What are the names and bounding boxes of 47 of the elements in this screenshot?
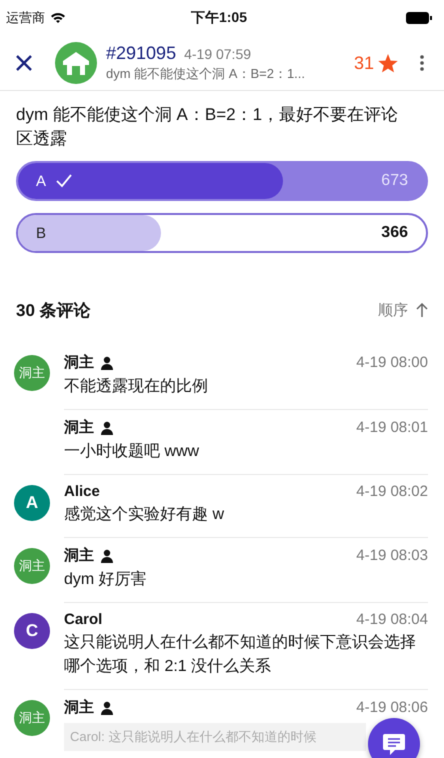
- favorite-button[interactable]: 31: [354, 52, 398, 74]
- poll-option[interactable]: B 366: [16, 213, 428, 253]
- author-name: 洞主: [64, 698, 94, 717]
- post-preview: dym 能不能使这个洞 A：B=2：1...: [106, 65, 306, 83]
- user-avatar: 洞主: [14, 355, 50, 391]
- author-name: 洞主: [64, 353, 94, 372]
- comment-text: 不能透露现在的比例: [64, 376, 209, 397]
- post-text: dym 能不能使这个洞 A：B=2：1，最好不要在评论区透露: [16, 104, 400, 150]
- close-icon: [14, 53, 34, 73]
- more-icon: [420, 55, 424, 71]
- wifi-icon: [50, 12, 66, 24]
- user-avatar: C: [14, 613, 50, 649]
- vote-count: 366: [381, 224, 408, 242]
- check-icon: [56, 174, 72, 188]
- author-name: Carol: [64, 611, 102, 628]
- comment-count: 30 条评论: [16, 300, 91, 322]
- comment-time: 4-19 08:04: [356, 611, 428, 628]
- author-name: 洞主: [64, 546, 94, 565]
- carrier-name: 运营商: [6, 9, 45, 27]
- post-time: 4-19 07:59: [184, 46, 252, 62]
- comment-time: 4-19 08:03: [356, 547, 428, 564]
- user-avatar: 洞主: [14, 700, 50, 736]
- poll-option[interactable]: A 673: [16, 161, 428, 201]
- comment-text: 这只能说明人在什么都不知道的时候下意识会选择哪个选项，和 2:1 没什么关系: [64, 632, 417, 677]
- comment-text: 感觉这个实验好有趣 w: [64, 504, 225, 525]
- comment-time: 4-19 08:01: [356, 419, 428, 436]
- comment-text: 一小时收题吧 www: [64, 442, 200, 462]
- quoted-reply: Carol: 这只能说明人在什么都不知道的时候: [64, 723, 366, 751]
- post-id: #291095: [106, 43, 176, 64]
- author-name: 洞主: [64, 418, 94, 437]
- user-avatar: A: [14, 485, 50, 521]
- sort-button[interactable]: 顺序: [378, 300, 428, 320]
- vote-count: 673: [381, 172, 408, 190]
- author-name: Alice: [64, 483, 100, 500]
- comment-time: 4-19 08:02: [356, 483, 428, 500]
- hole-logo-icon: [54, 41, 98, 85]
- chat-icon: [381, 731, 407, 757]
- arrow-up-icon: [416, 303, 428, 317]
- comment-text: dym 好厉害: [64, 570, 148, 590]
- user-avatar: 洞主: [14, 548, 50, 584]
- clock-time: 下午1:05: [190, 9, 248, 27]
- option-label: B: [36, 224, 46, 242]
- battery-icon: [406, 12, 432, 24]
- reply-button[interactable]: [368, 718, 420, 758]
- comment-time: 4-19 08:06: [356, 699, 428, 716]
- comment-time: 4-19 08:00: [356, 354, 428, 371]
- option-label: A: [36, 172, 46, 190]
